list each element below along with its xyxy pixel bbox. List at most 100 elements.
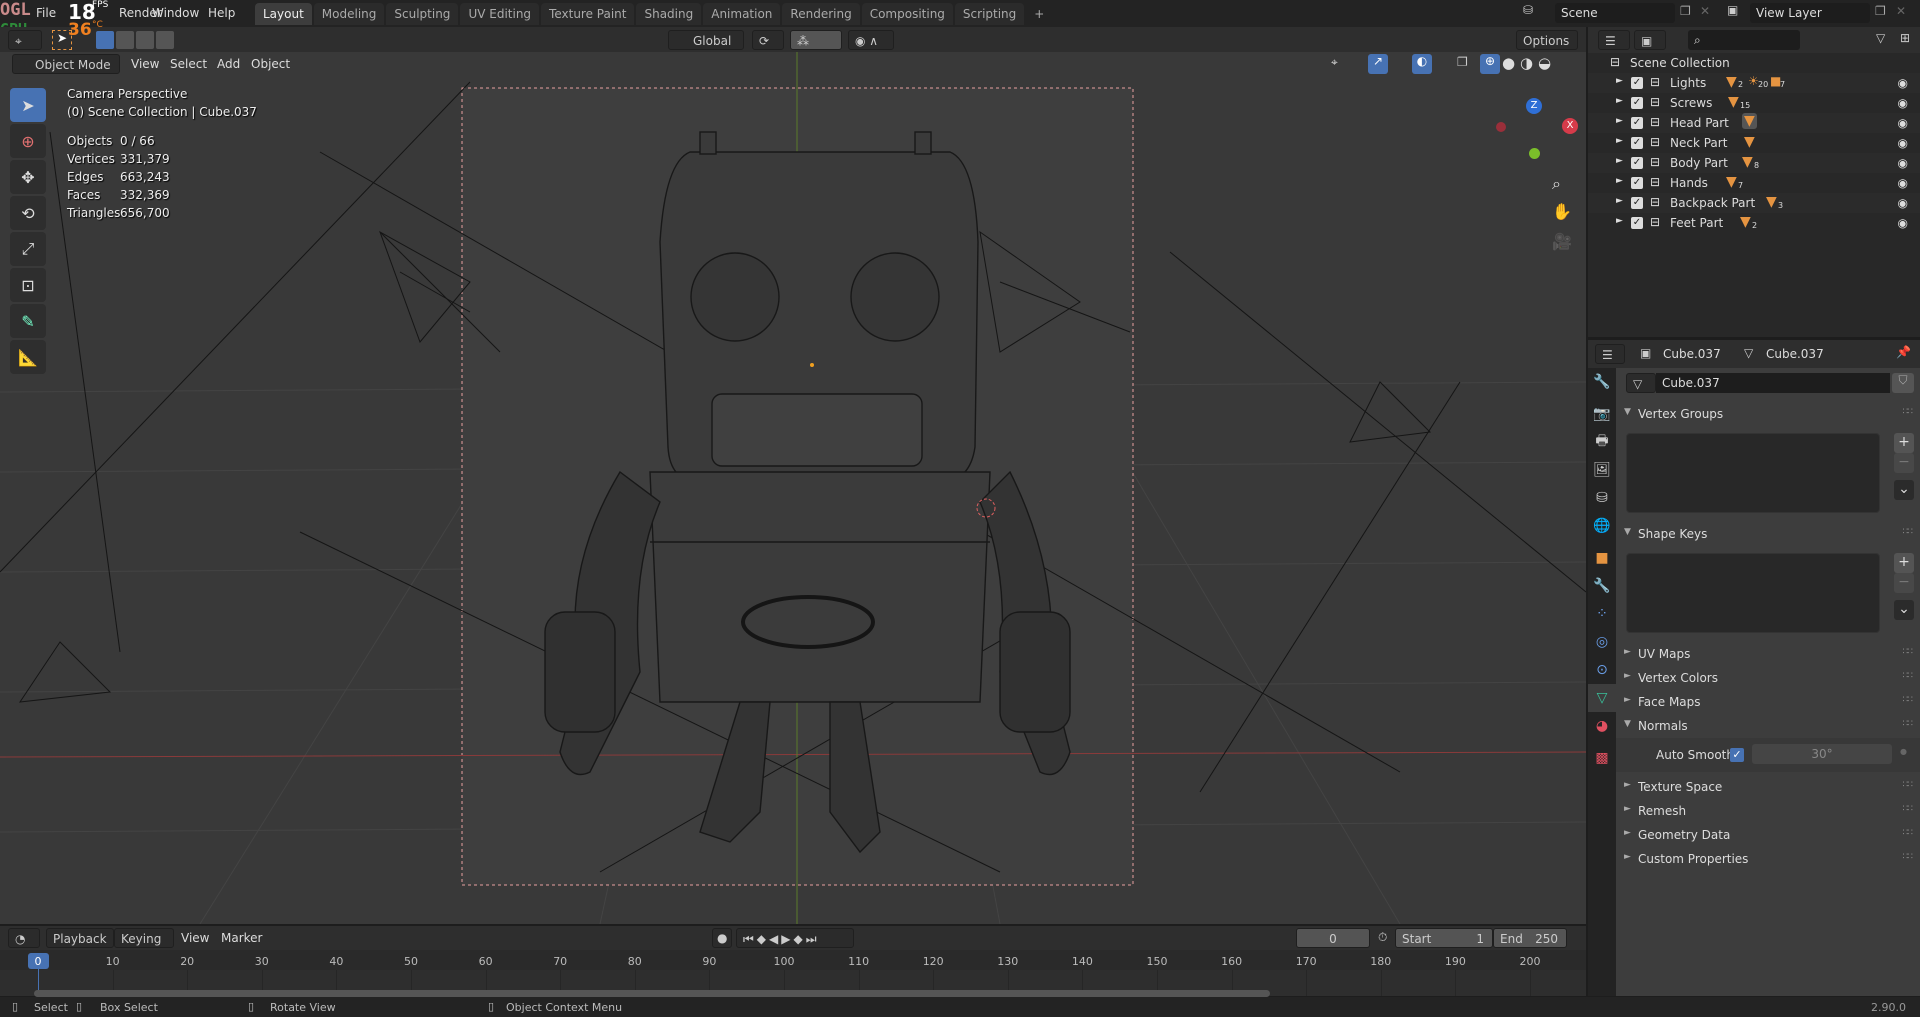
view-layer-tab-icon[interactable]: 🖼 bbox=[1588, 456, 1616, 484]
tab-rendering[interactable]: Rendering bbox=[782, 3, 860, 25]
drag-handle-icon[interactable]: ∷∷ bbox=[1903, 647, 1914, 657]
new-scene-icon[interactable]: ❐ bbox=[1680, 4, 1691, 18]
world-tab-icon[interactable]: 🌐 bbox=[1588, 512, 1616, 540]
mesh-data-tab-icon[interactable]: ▽ bbox=[1588, 684, 1616, 712]
select-mode-extend-icon[interactable] bbox=[116, 31, 134, 49]
eye-icon[interactable]: ◉ bbox=[1898, 116, 1908, 130]
add-shape-key-button[interactable]: + bbox=[1894, 553, 1914, 573]
tab-animation[interactable]: Animation bbox=[703, 3, 781, 25]
current-frame-field[interactable]: 0 bbox=[1296, 928, 1370, 948]
drag-handle-icon[interactable]: ∷∷ bbox=[1903, 852, 1914, 862]
viewport-menu-select[interactable]: Select bbox=[170, 57, 207, 71]
tab-compositing[interactable]: Compositing bbox=[861, 3, 953, 25]
outliner-row-backpack-part[interactable]: ► ✓ ⊟ Backpack Part ▼ 3 ◉ bbox=[1588, 193, 1920, 213]
scene-field[interactable]: Scene bbox=[1555, 3, 1675, 23]
move-tool-icon[interactable]: ✥ bbox=[10, 160, 46, 194]
exclude-checkbox[interactable]: ✓ bbox=[1631, 137, 1643, 149]
expand-arrow-icon[interactable]: ► bbox=[1616, 156, 1623, 166]
mesh-browse-icon[interactable]: ▽ bbox=[1626, 373, 1656, 393]
panel-uv-maps[interactable]: ► UV Maps ∷∷ bbox=[1616, 643, 1920, 665]
select-box-tool-icon[interactable]: ➤ bbox=[10, 88, 46, 122]
select-mode-intersect-icon[interactable] bbox=[156, 31, 174, 49]
scene-icon[interactable]: ⛁ bbox=[1523, 3, 1533, 17]
modifier-tab-icon[interactable]: 🔧 bbox=[1588, 572, 1616, 600]
vertex-group-menu-button[interactable]: ⌄ bbox=[1894, 480, 1914, 500]
exclude-checkbox[interactable]: ✓ bbox=[1631, 177, 1643, 189]
pivot-dropdown-icon[interactable]: ⟳ bbox=[752, 30, 784, 50]
particles-tab-icon[interactable]: ⁘ bbox=[1588, 600, 1616, 628]
rotate-tool-icon[interactable]: ⟲ bbox=[10, 196, 46, 230]
tab-shading[interactable]: Shading bbox=[636, 3, 702, 25]
view-layer-field[interactable]: View Layer bbox=[1750, 3, 1870, 23]
tab-uv-editing[interactable]: UV Editing bbox=[460, 3, 540, 25]
auto-smooth-checkbox[interactable]: ✓ bbox=[1730, 748, 1744, 762]
rendered-shading-icon[interactable]: ◒ bbox=[1538, 54, 1551, 72]
outliner-row-hands[interactable]: ► ✓ ⊟ Hands ▼ 7 ◉ bbox=[1588, 173, 1920, 193]
fake-user-icon[interactable]: ⛉ bbox=[1892, 373, 1914, 393]
vertex-groups-list[interactable] bbox=[1626, 433, 1880, 513]
tab-layout[interactable]: Layout bbox=[255, 3, 312, 25]
view-layer-filter-icon[interactable]: ▣ bbox=[1634, 30, 1666, 50]
transform-tool-icon[interactable]: ⊡ bbox=[10, 268, 46, 302]
orientation-dropdown[interactable]: Global bbox=[668, 30, 744, 50]
overlay-toggle-icon[interactable]: ◐ bbox=[1412, 54, 1432, 74]
render-tab-icon[interactable]: 📷 bbox=[1588, 400, 1616, 428]
drag-handle-icon[interactable]: ∷∷ bbox=[1903, 804, 1914, 814]
material-tab-icon[interactable]: ◕ bbox=[1588, 712, 1616, 740]
transform-pivot-icon[interactable]: ⌖ bbox=[8, 30, 42, 50]
outliner-row-lights[interactable]: ► ✓ ⊟ Lights ▼ 2 ☀ 20 ■ 7 ◉ bbox=[1588, 73, 1920, 93]
gizmo-toggle-icon[interactable]: ↗ bbox=[1368, 54, 1388, 74]
exclude-checkbox[interactable]: ✓ bbox=[1631, 77, 1643, 89]
expand-arrow-icon[interactable]: ► bbox=[1616, 176, 1623, 186]
pin-icon[interactable]: 📌 bbox=[1896, 345, 1911, 359]
expand-arrow-icon[interactable]: ► bbox=[1616, 116, 1623, 126]
gizmo-z[interactable]: Z bbox=[1526, 98, 1542, 114]
filter-icon[interactable]: ▽ bbox=[1876, 31, 1885, 45]
panel-normals[interactable]: ▼ Normals ∷∷ bbox=[1616, 715, 1920, 737]
solid-shading-icon[interactable]: ● bbox=[1502, 54, 1515, 72]
panel-texture-space[interactable]: ► Texture Space ∷∷ bbox=[1616, 776, 1920, 798]
expand-arrow-icon[interactable]: ► bbox=[1616, 196, 1623, 206]
outliner-row-body-part[interactable]: ► ✓ ⊟ Body Part ▼ 8 ◉ bbox=[1588, 153, 1920, 173]
remove-vertex-group-button[interactable]: − bbox=[1894, 453, 1914, 473]
wireframe-shading-icon[interactable]: ⊕ bbox=[1480, 54, 1500, 74]
preview-range-icon[interactable]: ⏱ bbox=[1378, 930, 1387, 945]
annotate-tool-icon[interactable]: ✎ bbox=[10, 304, 46, 338]
scene-collection-row[interactable]: ⊟ Scene Collection bbox=[1588, 53, 1920, 73]
select-mode-subtract-icon[interactable] bbox=[136, 31, 154, 49]
drag-handle-icon[interactable]: ∷∷ bbox=[1903, 527, 1914, 537]
zoom-icon[interactable]: ⌕ bbox=[1552, 174, 1561, 194]
camera-view-icon[interactable]: 🎥 bbox=[1552, 232, 1572, 251]
new-view-layer-icon[interactable]: ❐ bbox=[1875, 4, 1886, 18]
drag-handle-icon[interactable]: ∷∷ bbox=[1903, 719, 1914, 729]
panel-geometry-data[interactable]: ► Geometry Data ∷∷ bbox=[1616, 824, 1920, 846]
panel-custom-properties[interactable]: ► Custom Properties ∷∷ bbox=[1616, 848, 1920, 870]
drag-handle-icon[interactable]: ∷∷ bbox=[1903, 695, 1914, 705]
proportional-edit-icon[interactable]: ◉ ∧ bbox=[848, 30, 894, 50]
tab-scripting[interactable]: Scripting bbox=[954, 3, 1025, 25]
playback-menu[interactable]: Playback bbox=[46, 928, 114, 948]
view-layer-icon[interactable]: ▣ bbox=[1727, 3, 1738, 17]
expand-arrow-icon[interactable]: ► bbox=[1616, 136, 1623, 146]
menu-window[interactable]: Window bbox=[152, 6, 199, 20]
outliner-row-head-part[interactable]: ► ✓ ⊟ Head Part ▼ ◉ bbox=[1588, 113, 1920, 133]
eye-icon[interactable]: ◉ bbox=[1898, 76, 1908, 90]
viewport-menu-add[interactable]: Add bbox=[217, 57, 240, 71]
exclude-checkbox[interactable]: ✓ bbox=[1631, 157, 1643, 169]
viewport-menu-object[interactable]: Object bbox=[251, 57, 290, 71]
3d-viewport[interactable]: Object Mode View Select Add Object ⌖ ↗ ◐… bbox=[0, 52, 1586, 924]
xray-toggle-icon[interactable]: ❐ bbox=[1457, 55, 1468, 69]
timeline-menu-marker[interactable]: Marker bbox=[221, 931, 262, 945]
drag-handle-icon[interactable]: ∷∷ bbox=[1903, 828, 1914, 838]
visibility-icon[interactable]: ⌖ bbox=[1331, 55, 1338, 70]
pan-hand-icon[interactable]: ✋ bbox=[1552, 202, 1572, 221]
expand-arrow-icon[interactable]: ► bbox=[1616, 76, 1623, 86]
select-mode-new-icon[interactable] bbox=[96, 31, 114, 49]
playback-controls[interactable]: ⏮◆◀▶◆⏭ bbox=[736, 928, 854, 948]
record-icon[interactable]: ● bbox=[712, 928, 732, 948]
outliner-row-screws[interactable]: ► ✓ ⊟ Screws ▼ 15 ◉ bbox=[1588, 93, 1920, 113]
mesh-name-field[interactable]: Cube.037 bbox=[1656, 373, 1890, 393]
remove-shape-key-button[interactable]: − bbox=[1894, 573, 1914, 593]
tab-texture-paint[interactable]: Texture Paint bbox=[541, 3, 635, 25]
new-collection-icon[interactable]: ⊞ bbox=[1900, 31, 1910, 45]
